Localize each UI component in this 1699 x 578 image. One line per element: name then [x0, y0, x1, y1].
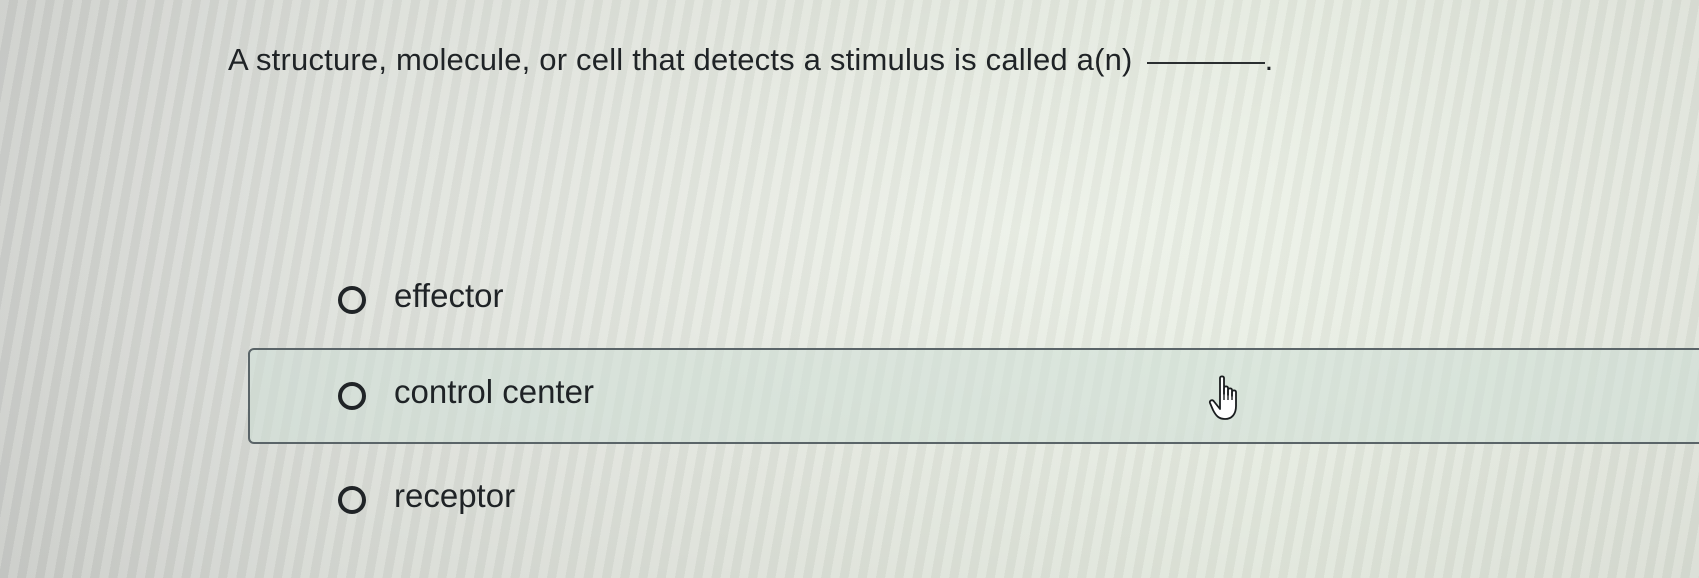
- option-label: effector: [394, 277, 504, 314]
- radio-button[interactable]: [338, 382, 366, 410]
- option-label: control center: [394, 373, 594, 410]
- option-label: receptor: [394, 477, 516, 514]
- option-receptor[interactable]: receptor: [248, 452, 1699, 548]
- question-prompt: A structure, molecule, or cell that dete…: [228, 38, 1273, 82]
- option-control-center[interactable]: control center: [248, 348, 1699, 444]
- hand-pointer-icon: [1208, 375, 1237, 420]
- option-effector[interactable]: effector: [248, 252, 1699, 348]
- answer-blank: [1146, 62, 1265, 64]
- radio-button[interactable]: [338, 486, 366, 514]
- radio-button[interactable]: [338, 286, 366, 314]
- question-trailing-period: .: [1264, 42, 1274, 77]
- question-text: A structure, molecule, or cell that dete…: [228, 42, 1133, 77]
